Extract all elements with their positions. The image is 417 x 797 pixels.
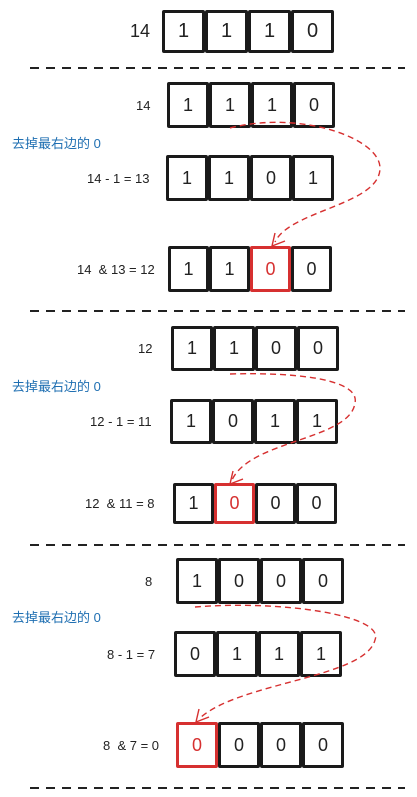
- carry-arrow: [229, 373, 356, 481]
- arrowhead-icon: [229, 470, 244, 486]
- arrowhead-icon: [271, 232, 286, 248]
- diagram: 14 1 1 1 0 去掉最右边的 0 14 1 1 1 0 14 - 1 = 13 1 1 0 1 14 & …: [0, 0, 417, 797]
- overlay-lines: [30, 67, 405, 789]
- carry-arrow: [194, 604, 377, 719]
- carry-arrow: [229, 121, 381, 243]
